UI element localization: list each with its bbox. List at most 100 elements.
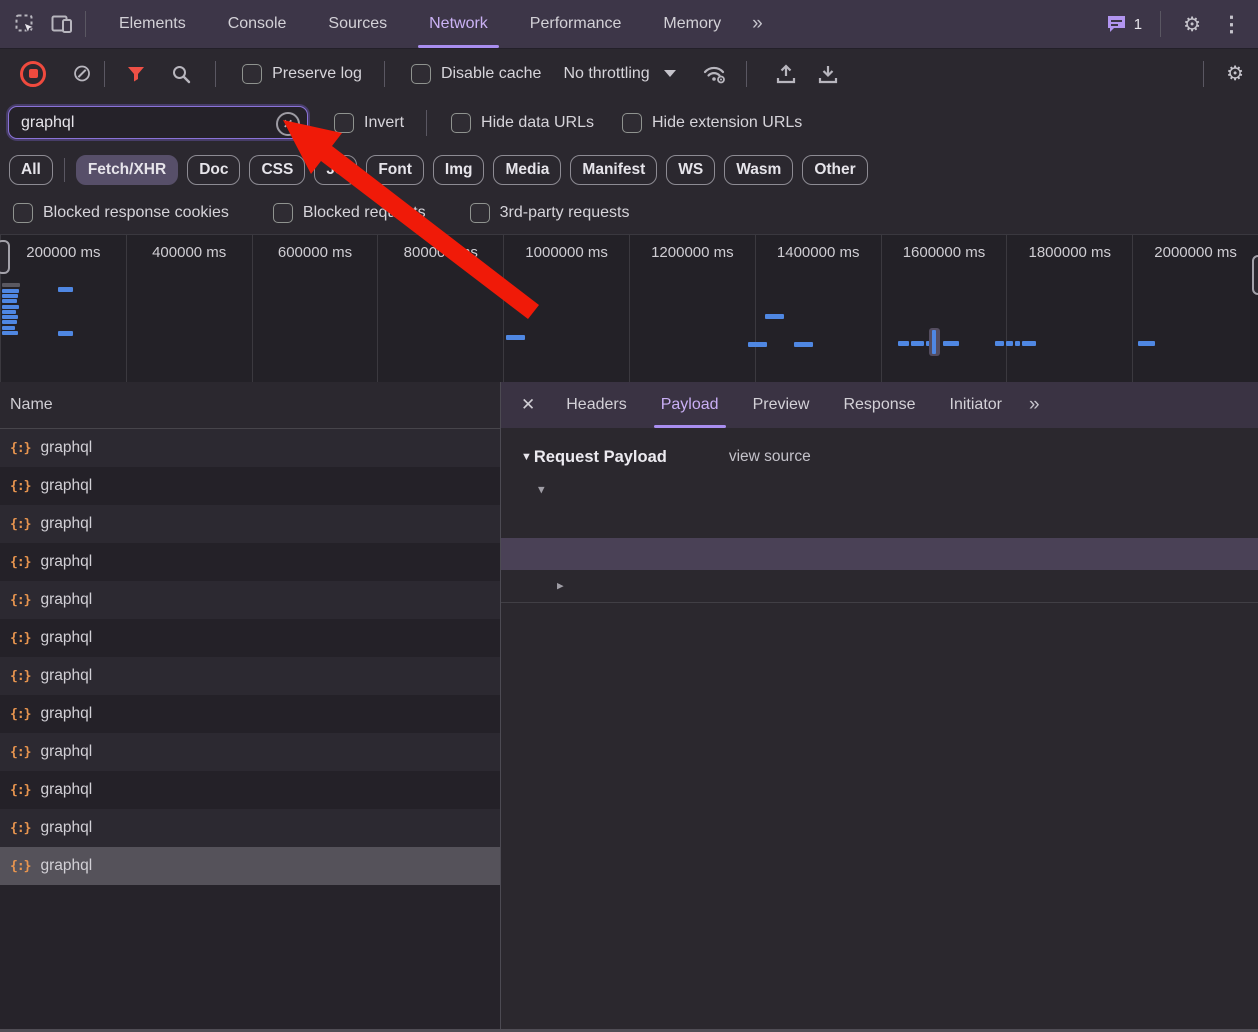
detail-more-tabs-icon[interactable]: »: [1019, 394, 1052, 416]
view-source-link[interactable]: view source: [729, 448, 811, 466]
settings-gear-icon[interactable]: ⚙: [1173, 12, 1211, 37]
table-row[interactable]: {:}graphql: [0, 657, 500, 695]
json-icon: {:}: [10, 555, 30, 570]
detail-tab-preview[interactable]: Preview: [736, 382, 827, 428]
timeline-right-handle[interactable]: [1252, 255, 1258, 295]
disable-cache-toggle[interactable]: Disable cache: [411, 64, 542, 84]
request-bar: [2, 294, 18, 298]
hide-extension-urls-checkbox[interactable]: [622, 113, 642, 133]
throttling-dropdown[interactable]: No throttling: [563, 65, 675, 83]
json-icon: {:}: [10, 821, 30, 836]
throttling-value: No throttling: [563, 65, 649, 83]
chip-font[interactable]: Font: [366, 155, 424, 185]
query-line-highlighted[interactable]: query: "query ipFlowTimeseries($accountT…: [501, 538, 1258, 570]
3rd-party-requests-toggle[interactable]: 3rd-party requests: [470, 203, 630, 223]
tri-down-icon[interactable]: ▼: [538, 474, 545, 506]
request-bar: [1022, 341, 1036, 346]
tab-performance[interactable]: Performance: [509, 0, 643, 48]
close-detail-icon[interactable]: ✕: [501, 395, 549, 415]
blocked-requests-checkbox[interactable]: [273, 203, 293, 223]
table-row[interactable]: {:}graphql: [0, 771, 500, 809]
blocked-response-cookies-toggle[interactable]: Blocked response cookies: [13, 203, 229, 223]
timeline-overview[interactable]: 200000 ms400000 ms600000 ms800000 ms1000…: [0, 235, 1258, 383]
tab-sources[interactable]: Sources: [307, 0, 408, 48]
network-conditions-icon[interactable]: [702, 64, 728, 84]
detail-tab-headers[interactable]: Headers: [549, 382, 643, 428]
request-rows: {:}graphql{:}graphql{:}graphql{:}graphql…: [0, 429, 500, 1032]
request-bar: [995, 341, 1004, 346]
table-row[interactable]: {:}graphql: [0, 619, 500, 657]
chip-doc[interactable]: Doc: [187, 155, 240, 185]
tab-elements[interactable]: Elements: [98, 0, 207, 48]
operation-name-line[interactable]: operationName: "ipFlowTimeseries": [501, 506, 1258, 538]
more-tabs-icon[interactable]: »: [742, 13, 775, 35]
table-row[interactable]: {:} graphql: [0, 543, 500, 581]
clear-network-log-icon[interactable]: ⊘: [72, 62, 92, 86]
inspect-element-icon[interactable]: [15, 14, 36, 35]
table-row[interactable]: {:}graphql: [0, 467, 500, 505]
chip-wasm[interactable]: Wasm: [724, 155, 793, 185]
record-network-log-button[interactable]: [20, 61, 46, 87]
tri-right-icon[interactable]: ▶: [557, 570, 564, 602]
payload-preview-line[interactable]: ▼ {operationName: "ipFlowTimeseries", va…: [501, 474, 1258, 506]
filter-input[interactable]: [8, 106, 308, 139]
json-icon: {:}: [10, 707, 30, 722]
chip-media[interactable]: Media: [493, 155, 561, 185]
export-har-icon[interactable]: [817, 63, 839, 85]
disable-cache-checkbox[interactable]: [411, 64, 431, 84]
timeline-left-handle[interactable]: [0, 240, 10, 274]
filter-funnel-icon[interactable]: [127, 66, 145, 82]
detail-tab-initiator[interactable]: Initiator: [933, 382, 1019, 428]
filter-row: ✕ Invert Hide data URLs Hide extension U…: [0, 98, 1258, 147]
request-bar: [794, 342, 813, 347]
collapse-triangle-icon[interactable]: ▼: [521, 451, 532, 463]
table-row[interactable]: {:}graphql: [0, 809, 500, 847]
hide-extension-urls-toggle[interactable]: Hide extension URLs: [622, 113, 802, 133]
blocked-response-cookies-checkbox[interactable]: [13, 203, 33, 223]
chip-img[interactable]: Img: [433, 155, 485, 185]
chip-ws[interactable]: WS: [666, 155, 715, 185]
search-icon[interactable]: [171, 64, 191, 84]
detail-tab-payload[interactable]: Payload: [644, 382, 736, 428]
tab-console[interactable]: Console: [207, 0, 308, 48]
request-bar: [2, 326, 15, 330]
detail-tab-response[interactable]: Response: [826, 382, 932, 428]
request-name: graphql: [40, 781, 92, 799]
hide-data-urls-checkbox[interactable]: [451, 113, 471, 133]
device-toolbar-icon[interactable]: [51, 14, 73, 34]
chip-other[interactable]: Other: [802, 155, 867, 185]
messages-indicator[interactable]: 1: [1106, 14, 1142, 34]
divider: [1160, 11, 1161, 37]
tab-network[interactable]: Network: [408, 0, 509, 48]
table-row[interactable]: {:}graphql: [0, 847, 500, 885]
chip-manifest[interactable]: Manifest: [570, 155, 657, 185]
chip-all[interactable]: All: [9, 155, 53, 185]
kebab-menu-icon[interactable]: ⋮: [1211, 12, 1246, 37]
request-bar: [2, 320, 17, 324]
chip-js[interactable]: JS: [314, 155, 357, 185]
chip-css[interactable]: CSS: [249, 155, 305, 185]
request-payload-header[interactable]: ▼ Request Payload view source: [501, 440, 1258, 474]
name-column-header[interactable]: Name: [0, 382, 500, 429]
tab-memory[interactable]: Memory: [642, 0, 742, 48]
invert-checkbox[interactable]: [334, 113, 354, 133]
table-row[interactable]: {:}graphql: [0, 505, 500, 543]
preserve-log-checkbox[interactable]: [242, 64, 262, 84]
main-split: Name {:}graphql{:}graphql{:}graphql{:}gr…: [0, 382, 1258, 1032]
clear-filter-icon[interactable]: ✕: [276, 112, 300, 136]
invert-label: Invert: [364, 114, 404, 132]
invert-toggle[interactable]: Invert: [334, 113, 404, 133]
table-row[interactable]: {:}graphql: [0, 581, 500, 619]
import-har-icon[interactable]: [775, 63, 797, 85]
table-row[interactable]: {:}graphql: [0, 429, 500, 467]
preserve-log-toggle[interactable]: Preserve log: [242, 64, 362, 84]
chip-fetch-xhr[interactable]: Fetch/XHR: [76, 155, 178, 185]
blocked-requests-toggle[interactable]: Blocked requests: [273, 203, 426, 223]
hide-data-urls-toggle[interactable]: Hide data URLs: [451, 113, 594, 133]
variables-line[interactable]: ▶ variables: {accountTag: "b12e3b2192ee5…: [501, 570, 1258, 603]
request-name: graphql: [40, 553, 92, 571]
table-row[interactable]: {:}graphql: [0, 733, 500, 771]
table-row[interactable]: {:}graphql: [0, 695, 500, 733]
3rd-party-requests-checkbox[interactable]: [470, 203, 490, 223]
network-settings-gear-icon[interactable]: ⚙: [1216, 61, 1258, 86]
